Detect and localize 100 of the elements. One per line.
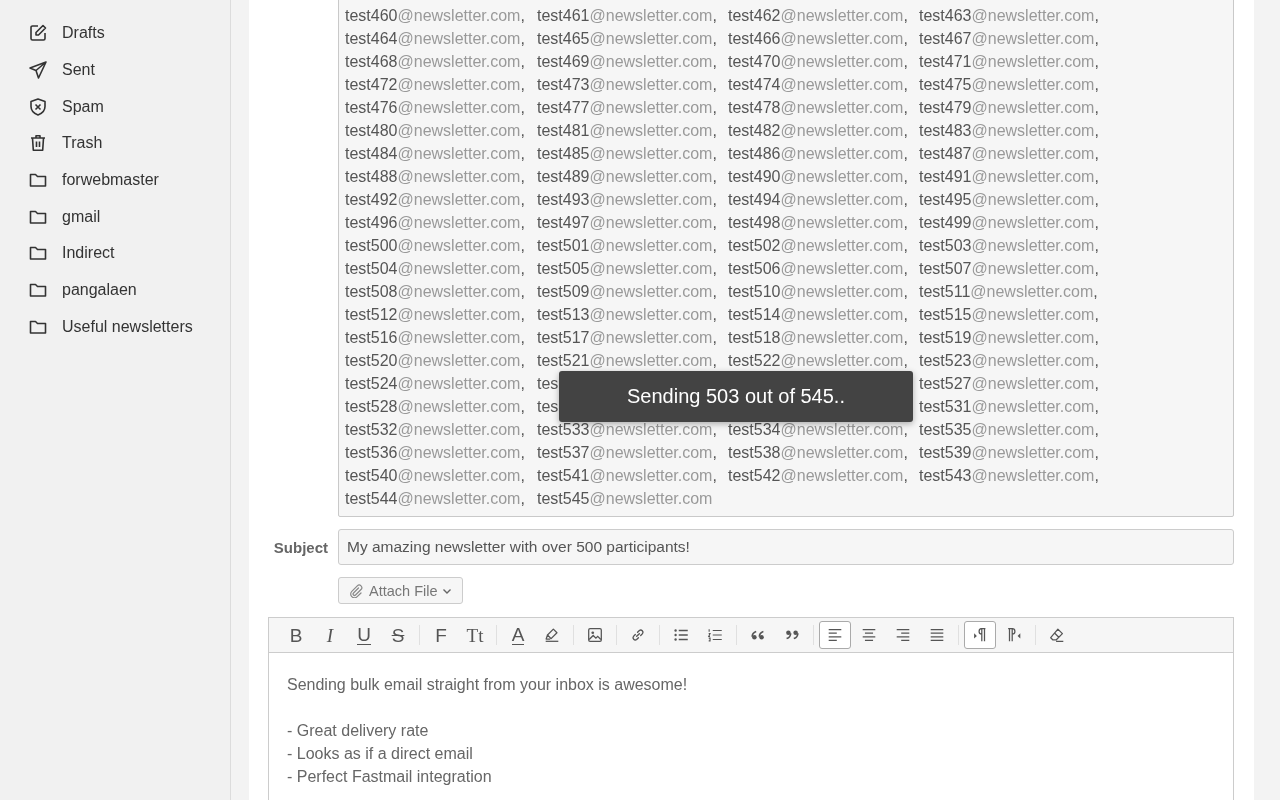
font-button[interactable]: F [425, 621, 457, 649]
recipient-address: test513@newsletter.com, [537, 305, 717, 324]
folder-item[interactable]: Indirect [0, 235, 230, 272]
justify-icon [928, 626, 946, 644]
recipient-address: test463@newsletter.com, [919, 6, 1099, 25]
recipient-address: test540@newsletter.com, [345, 466, 525, 485]
recipient-address: test465@newsletter.com, [537, 29, 717, 48]
subject-label: Subject [272, 538, 328, 556]
recipient-address: test502@newsletter.com, [728, 236, 908, 255]
italic-button[interactable]: I [314, 621, 346, 649]
recipient-address: test471@newsletter.com, [919, 52, 1099, 71]
message-text: Sending bulk email straight from your inbox is awesome! [287, 675, 689, 695]
align-right-icon [894, 626, 912, 644]
recipient-address: test485@newsletter.com, [537, 144, 717, 163]
folder-item[interactable]: Trash [0, 125, 230, 162]
folder-item[interactable]: forwebmaster [0, 161, 230, 199]
recipient-address: test534@newsletter.com, [728, 420, 908, 439]
image-icon [586, 626, 604, 644]
recipient-address: test472@newsletter.com, [345, 75, 525, 94]
recipient-address: test469@newsletter.com, [537, 52, 717, 71]
ltr-button[interactable] [964, 621, 996, 649]
recipient-address: test538@newsletter.com, [728, 443, 908, 462]
recipient-address: test512@newsletter.com, [345, 305, 525, 324]
recipient-address: test462@newsletter.com, [728, 6, 908, 25]
recipient-address: test531@newsletter.com, [919, 397, 1099, 416]
recipient-address: test474@newsletter.com, [728, 75, 908, 94]
recipients-field[interactable] [338, 0, 1234, 517]
recipient-address: test514@newsletter.com, [728, 305, 908, 324]
recipient-address: test499@newsletter.com, [919, 213, 1099, 232]
recipient-address: test490@newsletter.com, [728, 167, 908, 186]
recipient-address: test500@newsletter.com, [345, 236, 525, 255]
recipient-address: test493@newsletter.com, [537, 190, 717, 209]
recipient-address: test503@newsletter.com, [919, 236, 1099, 255]
bold-button[interactable]: B [280, 621, 312, 649]
folder-item[interactable]: Useful newsletters [0, 308, 230, 346]
recipient-address: tes [537, 374, 559, 393]
recipient-address: test495@newsletter.com, [919, 190, 1099, 209]
recipient-address: test518@newsletter.com, [728, 328, 908, 347]
paperclip-icon [349, 583, 363, 598]
recipient-address: test506@newsletter.com, [728, 259, 908, 278]
shield-x-icon [28, 96, 48, 117]
recipient-address: test524@newsletter.com, [345, 374, 525, 393]
folder-item[interactable]: gmail [0, 198, 230, 236]
recipient-address: test535@newsletter.com, [919, 420, 1099, 439]
size-button[interactable]: Tt [459, 621, 491, 649]
recipient-address: test466@newsletter.com, [728, 29, 908, 48]
align-left-icon [826, 626, 844, 644]
recipient-address: test470@newsletter.com, [728, 52, 908, 71]
recipient-address: test504@newsletter.com, [345, 259, 525, 278]
pencil-icon [28, 23, 48, 44]
strike-button[interactable]: S [382, 621, 414, 649]
recipient-address: test489@newsletter.com, [537, 167, 717, 186]
recipient-address: test521@newsletter.com, [537, 351, 717, 370]
recipient-address: test543@newsletter.com, [919, 466, 1099, 485]
folder-item[interactable]: Drafts [0, 15, 230, 52]
recipient-address: test539@newsletter.com, [919, 443, 1099, 462]
eraser-icon [1048, 626, 1066, 644]
message-text: - Great delivery rate [287, 721, 430, 741]
recipient-address: test486@newsletter.com, [728, 144, 908, 163]
recipient-address: test527@newsletter.com, [919, 374, 1099, 393]
recipient-address: test507@newsletter.com, [919, 259, 1099, 278]
recipient-address: test478@newsletter.com, [728, 98, 908, 117]
recipient-address: test468@newsletter.com, [345, 52, 525, 71]
recipient-address: test505@newsletter.com, [537, 259, 717, 278]
recipient-address: test483@newsletter.com, [919, 121, 1099, 140]
recipient-address: test522@newsletter.com, [728, 351, 908, 370]
recipient-address: test508@newsletter.com, [345, 282, 525, 301]
recipient-address: test480@newsletter.com, [345, 121, 525, 140]
recipient-address: test532@newsletter.com, [345, 420, 525, 439]
recipient-address: test509@newsletter.com, [537, 282, 717, 301]
attach-file-button[interactable]: Attach File [338, 577, 463, 604]
recipient-address: test477@newsletter.com, [537, 98, 717, 117]
recipient-address: test536@newsletter.com, [345, 443, 525, 462]
trash-icon [28, 133, 48, 154]
underline-button[interactable]: U [348, 621, 380, 649]
recipient-address: test484@newsletter.com, [345, 144, 525, 163]
folder-item[interactable]: Sent [0, 51, 230, 89]
subject-field[interactable]: My amazing newsletter with over 500 participants! [338, 529, 1234, 565]
align-left-button[interactable] [819, 621, 851, 649]
recipient-address: test537@newsletter.com, [537, 443, 717, 462]
color-button[interactable]: A [502, 621, 534, 649]
message-editor[interactable]: B I U S F Tt A Sending bulk email straight from your inbox is awesome! - Great delivery rate - Looks as if a direct email - Perfect Fastmail integration [268, 617, 1234, 800]
recipient-address: test481@newsletter.com, [537, 121, 717, 140]
recipient-address: test460@newsletter.com, [345, 6, 525, 25]
recipient-address: test498@newsletter.com, [728, 213, 908, 232]
numbered-list-icon [706, 626, 724, 644]
recipient-address: test487@newsletter.com, [919, 144, 1099, 163]
recipient-address: test511@newsletter.com, [919, 282, 1098, 301]
recipient-address: test476@newsletter.com, [345, 98, 525, 117]
recipient-address: test519@newsletter.com, [919, 328, 1099, 347]
folder-item[interactable]: pangalaen [0, 271, 230, 309]
recipient-address: tes [537, 397, 559, 416]
recipient-address: test491@newsletter.com, [919, 167, 1099, 186]
recipient-address: test492@newsletter.com, [345, 190, 525, 209]
recipient-address: test516@newsletter.com, [345, 328, 525, 347]
recipient-address: test520@newsletter.com, [345, 351, 525, 370]
recipient-address: test464@newsletter.com, [345, 29, 525, 48]
recipient-address: test542@newsletter.com, [728, 466, 908, 485]
recipient-address: test461@newsletter.com, [537, 6, 717, 25]
folder-item[interactable]: Spam [0, 88, 230, 126]
